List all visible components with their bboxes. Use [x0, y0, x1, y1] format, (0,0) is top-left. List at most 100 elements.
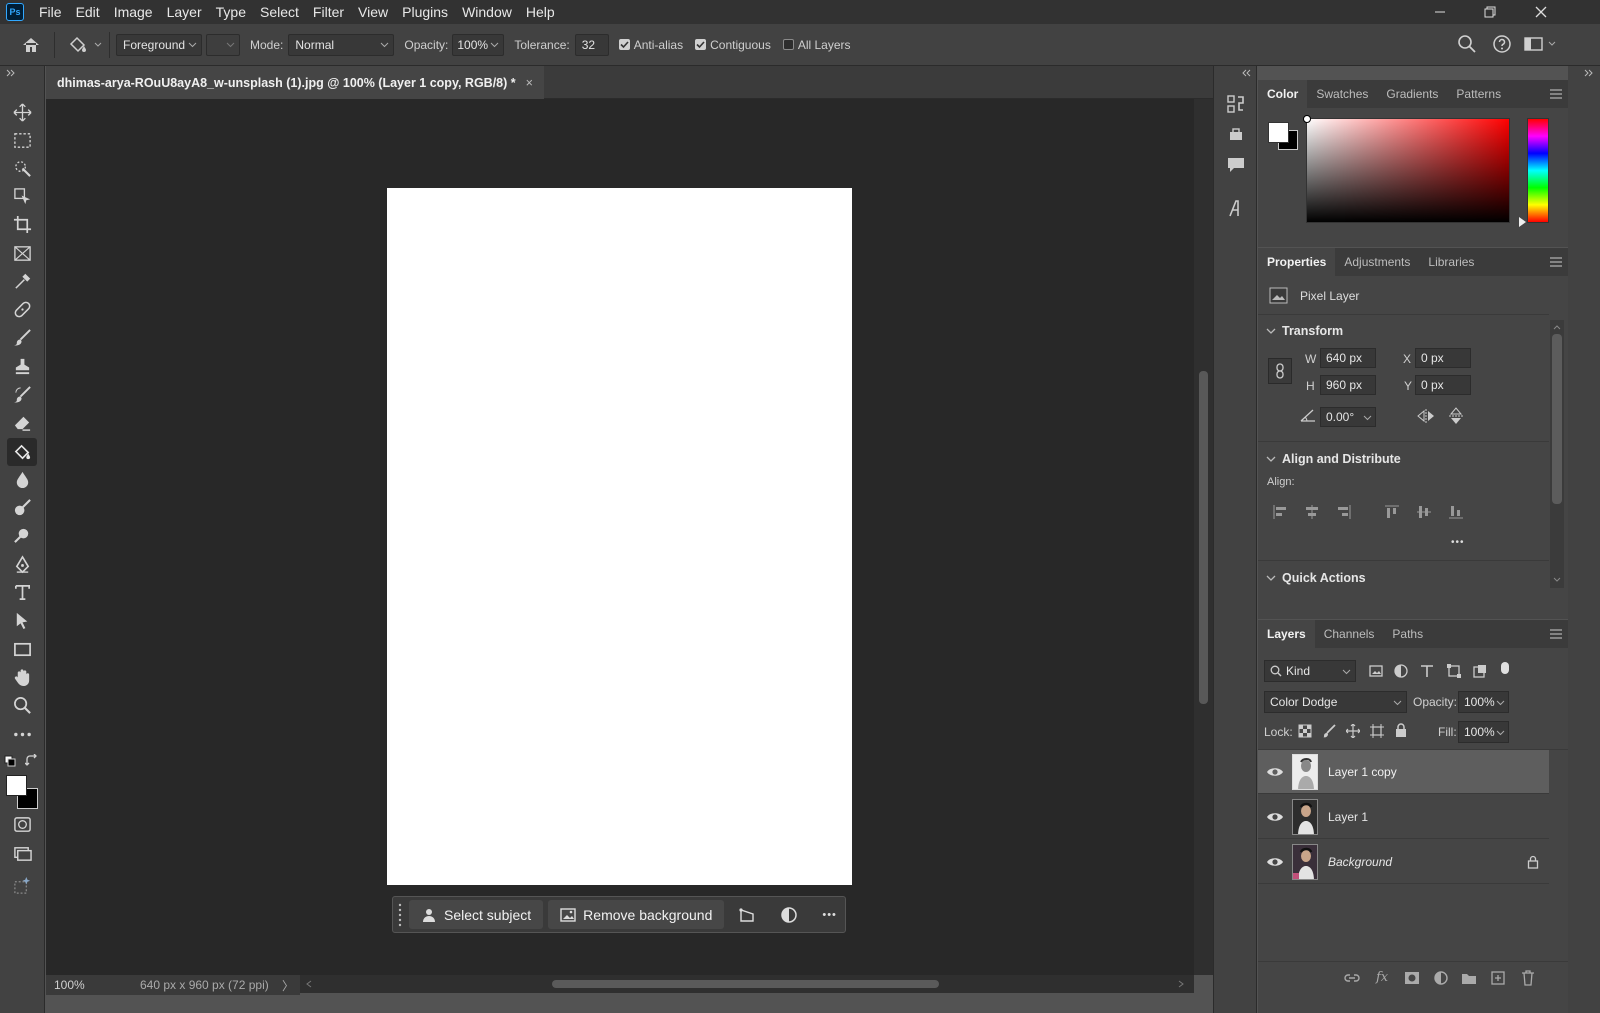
vertical-scroll-thumb[interactable] [1199, 371, 1208, 704]
help-button[interactable] [1492, 34, 1512, 54]
new-group-icon[interactable] [1461, 971, 1477, 985]
all-layers-checkbox[interactable]: All Layers [782, 38, 851, 52]
more-align-options-button[interactable]: ••• [1451, 537, 1465, 548]
quick-mask-button[interactable] [11, 813, 33, 835]
delete-layer-icon[interactable] [1521, 970, 1535, 986]
select-subject-button[interactable]: Select subject [409, 900, 544, 929]
fx-icon[interactable]: fx [1376, 970, 1388, 985]
object-selection-tool[interactable] [11, 185, 33, 207]
expand-panels-icon[interactable] [1584, 69, 1594, 77]
align-top-edges-icon[interactable] [1384, 504, 1400, 520]
align-section-header[interactable]: Align and Distribute [1258, 452, 1401, 466]
dodge-tool[interactable] [11, 496, 33, 518]
menu-help[interactable]: Help [519, 0, 562, 24]
frame-tool[interactable] [11, 242, 33, 264]
adjustment-button[interactable] [780, 906, 798, 924]
lock-position-icon[interactable] [1346, 724, 1360, 738]
edit-toolbar-button[interactable] [11, 723, 33, 745]
blend-mode-dropdown[interactable]: Color Dodge [1264, 691, 1407, 713]
freeform-pen-tool[interactable] [11, 553, 33, 575]
hue-slider[interactable] [1527, 118, 1549, 223]
foreground-color-swatch[interactable] [6, 775, 27, 796]
tab-color[interactable]: Color [1258, 80, 1308, 108]
filter-adjustment-icon[interactable] [1393, 663, 1409, 679]
status-menu-arrow[interactable]: 〉 [282, 977, 294, 994]
screen-mode-button[interactable] [11, 842, 33, 864]
new-layer-icon[interactable] [1490, 970, 1506, 986]
generative-fill-button[interactable] [11, 874, 33, 896]
tolerance-field[interactable]: 32 [574, 33, 609, 56]
layer-row[interactable]: Layer 1 [1258, 795, 1549, 839]
fill-field[interactable]: 100% [1458, 721, 1509, 743]
add-mask-icon[interactable] [1404, 971, 1420, 985]
layer-opacity-field[interactable]: 100% [1458, 691, 1509, 713]
lock-transparent-pixels-icon[interactable] [1298, 724, 1312, 738]
document-tab[interactable]: dhimas-arya-ROuU8ayA8_w-unsplash (1).jpg… [46, 66, 544, 99]
collapse-panel-icon[interactable] [1241, 69, 1251, 77]
panel-menu-icon[interactable] [1550, 89, 1562, 99]
drag-handle-icon[interactable] [397, 901, 403, 929]
menu-image[interactable]: Image [107, 0, 160, 24]
home-button[interactable] [20, 34, 42, 56]
angle-field[interactable]: 0.00° [1320, 407, 1376, 427]
glyphs-panel-button[interactable] [1225, 198, 1247, 220]
close-tab-button[interactable]: × [526, 76, 533, 90]
menu-layer[interactable]: Layer [160, 0, 209, 24]
tab-layers[interactable]: Layers [1258, 620, 1315, 648]
quick-selection-tool[interactable] [11, 157, 33, 179]
lock-image-pixels-icon[interactable] [1322, 724, 1336, 738]
menu-plugins[interactable]: Plugins [395, 0, 455, 24]
marquee-tool[interactable] [11, 129, 33, 151]
properties-scrollbar[interactable] [1550, 320, 1564, 588]
saturation-brightness-field[interactable] [1303, 115, 1510, 223]
opacity-field[interactable]: 100% [452, 33, 505, 56]
filter-smart-object-icon[interactable] [1472, 663, 1488, 679]
tool-preset-picker[interactable] [67, 35, 103, 55]
hue-slider-marker-icon[interactable] [1519, 217, 1527, 227]
lock-all-icon[interactable] [1395, 723, 1407, 738]
height-field[interactable]: 960 px [1320, 375, 1376, 395]
tab-channels[interactable]: Channels [1315, 620, 1384, 648]
menu-filter[interactable]: Filter [306, 0, 351, 24]
crop-tool[interactable] [11, 213, 33, 235]
restore-button[interactable] [1465, 0, 1515, 24]
anti-alias-checkbox[interactable]: Anti-alias [618, 38, 683, 52]
eyedropper-tool[interactable] [11, 270, 33, 292]
document-canvas[interactable] [387, 188, 852, 885]
menu-view[interactable]: View [351, 0, 395, 24]
y-field[interactable]: 0 px [1415, 375, 1471, 395]
tab-adjustments[interactable]: Adjustments [1335, 248, 1419, 276]
visibility-eye-icon[interactable] [1266, 810, 1284, 824]
layer-filter-dropdown[interactable]: Kind [1264, 660, 1356, 682]
width-field[interactable]: 640 px [1320, 348, 1376, 368]
rectangle-tool[interactable] [11, 638, 33, 660]
menu-file[interactable]: File [32, 0, 69, 24]
tab-swatches[interactable]: Swatches [1307, 80, 1377, 108]
zoom-tool[interactable] [11, 694, 33, 716]
fill-source-dropdown[interactable]: Foreground [116, 33, 202, 56]
properties-scroll-thumb[interactable] [1552, 334, 1562, 504]
swap-colors-icon[interactable] [25, 754, 38, 767]
canvas-area[interactable]: Select subject Remove background ••• [46, 99, 1194, 975]
transform-button[interactable] [738, 906, 756, 924]
align-horizontal-centers-icon[interactable] [1304, 504, 1320, 520]
mode-dropdown[interactable]: Normal [288, 33, 395, 56]
scroll-right-icon[interactable] [1178, 980, 1184, 988]
menu-edit[interactable]: Edit [69, 0, 107, 24]
contiguous-checkbox[interactable]: Contiguous [695, 38, 771, 52]
tab-patterns[interactable]: Patterns [1447, 80, 1510, 108]
layer-row[interactable]: Layer 1 copy [1258, 750, 1549, 794]
lock-artboard-icon[interactable] [1370, 724, 1384, 738]
paint-bucket-tool[interactable] [7, 438, 37, 466]
color-picker-marker[interactable] [1303, 115, 1311, 123]
blur-tool[interactable] [11, 468, 33, 490]
healing-brush-tool[interactable] [11, 298, 33, 320]
filter-type-icon[interactable] [1419, 663, 1435, 679]
workspace-button[interactable] [1524, 34, 1556, 54]
tab-paths[interactable]: Paths [1383, 620, 1432, 648]
lock-icon[interactable] [1527, 855, 1539, 869]
align-bottom-edges-icon[interactable] [1448, 504, 1464, 520]
visibility-eye-icon[interactable] [1266, 765, 1284, 779]
close-button[interactable] [1516, 0, 1566, 24]
path-selection-tool[interactable] [11, 609, 33, 631]
